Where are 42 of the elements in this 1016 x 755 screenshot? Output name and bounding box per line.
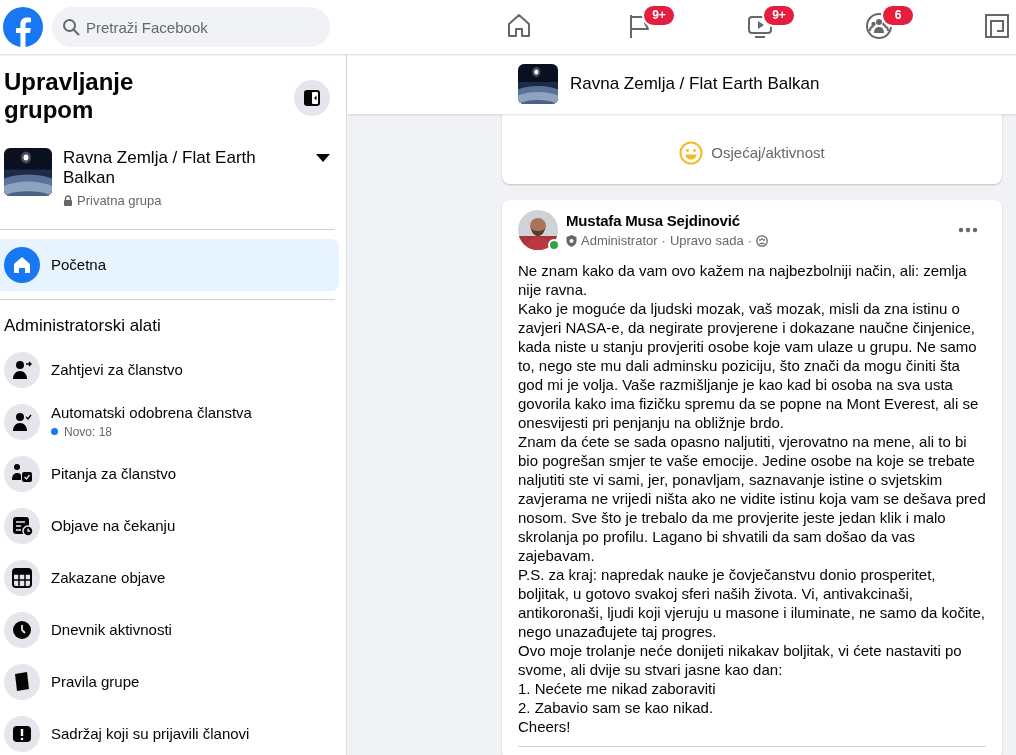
sidebar-item[interactable]: Početna — [0, 238, 339, 291]
sidebar-item[interactable]: Sadržaj koji su prijavili članovi — [0, 707, 339, 755]
sidebar-item[interactable]: Automatski odobrena članstva Novo: 18 — [0, 395, 339, 448]
author-name[interactable]: Mustafa Musa Sejdinović — [566, 211, 958, 230]
group-name[interactable]: Ravna Zemlja / Flat Earth Balkan — [63, 148, 273, 188]
item-label: Zakazane objave — [51, 568, 166, 587]
item-label: Pitanja za članstvo — [51, 464, 177, 483]
search-field[interactable]: Pretraži Facebook — [52, 7, 330, 47]
post-paragraph: 2. Zabavio sam se kao nikad. — [518, 697, 715, 717]
sidebar-item[interactable]: Objave na čekanju — [0, 499, 339, 552]
post-paragraph: Cheers! — [518, 716, 572, 736]
separator-dot: · — [747, 232, 752, 250]
post-paragraph: Ovo moje trolanje neće donijeti nikakav boljitak, vi ćete nastaviti po svome, ali dvije su stvari jasne kao dan: — [518, 640, 963, 679]
post-paragraph: 1. Nećete me nikad zaboraviti — [518, 678, 717, 698]
section-heading: Administratorski alati — [3, 315, 162, 336]
sidebar-item[interactable]: Dnevnik aktivnosti — [0, 603, 339, 656]
item-label: Pravila grupe — [51, 672, 140, 691]
sidebar-item[interactable]: Zahtjevi za članstvo — [0, 343, 339, 396]
post-paragraph: Kako je moguće da ljudski mozak, vaš mozak, misli da zna istinu o zavjeri NASA-e, da negirate provjerene i dokazane naučne činjenice, kada niste u stanju provjeriti osobe koje vam ulaze u grupu. Ne samo to, nego ste mu dali adminsku poziciju, što znači da mogu činiti šta god mi je volja. Vaše razmišljanje je kao kad bi osoba na sva usta govorila kako ima fizičku spremu da se popne na Mont Everest, ali se onesvijesti pri penjanju na obližnje brdo. — [518, 298, 980, 432]
item-label: Automatski odobrena članstva — [51, 402, 252, 422]
sidebar-title: Upravljanje grupom — [4, 68, 135, 124]
role-label: Administrator — [581, 232, 658, 250]
sidebar-item[interactable]: Pitanja za članstvo — [0, 447, 339, 500]
item-label: Dnevnik aktivnosti — [51, 620, 172, 639]
item-label: Početna — [51, 255, 107, 274]
item-label: Sadržaj koji su prijavili članovi — [51, 724, 250, 743]
new-count: Novo: 18 — [64, 423, 113, 441]
post-paragraph: Ne znam kako da vam ovo kažem na najbezbolniji način, ali: zemlja nije ravna. — [518, 260, 968, 299]
composer-action[interactable]: Osjećaj/aktivnost — [711, 141, 825, 165]
separator-dot: · — [661, 232, 666, 250]
sidebar-item[interactable]: Pravila grupe — [0, 655, 339, 708]
post-time[interactable]: Upravo sada — [669, 231, 744, 251]
notification-badge: 9+ — [642, 4, 676, 27]
item-label: Zahtjevi za članstvo — [51, 360, 183, 379]
notification-badge: 9+ — [762, 4, 796, 27]
group-title[interactable]: Ravna Zemlja / Flat Earth Balkan — [570, 71, 820, 97]
post-paragraph: P.S. za kraj: napredak nauke je čovječanstvu donio prosperitet, boljitak, u gotovo svakoj sferi naših života. Vi, antivakcinaši, antikoronaši, ljudi koji vjeruju u masone i iluminate, ne samo da kočite, nego unazađujete taj progres. — [518, 564, 986, 641]
item-label: Objave na čekanju — [51, 516, 176, 535]
sidebar-item[interactable]: Zakazane objave — [0, 551, 339, 604]
post-paragraph: Znam da ćete se sada opasno naljutiti, vjerovatno na mene, ali to bi bio pogrešan smjer te vaše emocije. Jedine osobe na koje se trebate naljutiti ste vi sami, jer, ponavljam, saznavanje istine o svjetskim zavjerama ne vrijedi ništa ako ne vidite istinu koja vam se dešava pred nosom. Sve što je trebalo da me provjerite jeste jedan klik i malo skrolanja po profilu. Lagano bi shvatili da sam došao da vas zajebavam. — [518, 431, 987, 565]
privacy-label: Privatna grupa — [77, 192, 162, 210]
notification-badge: 6 — [881, 4, 915, 27]
